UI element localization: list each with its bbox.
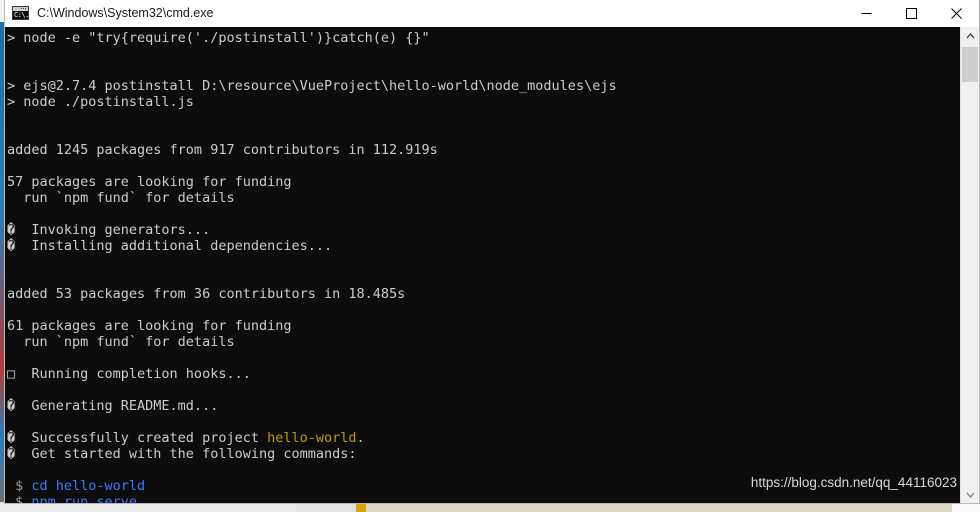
- background-segment-gold: [356, 503, 366, 512]
- chevron-down-icon: [965, 492, 975, 498]
- console-line-segment: > ejs@2.7.4 postinstall D:\resource\VueP…: [7, 78, 617, 94]
- icon-prompt-text: C:\.: [14, 11, 29, 19]
- icon-dot: [25, 8, 26, 9]
- console-line: 57 packages are looking for funding: [7, 174, 959, 190]
- console-line-segment: 61 packages are looking for funding: [7, 318, 292, 334]
- close-icon: [951, 7, 962, 19]
- console-line-segment: � Invoking generators...: [7, 222, 211, 238]
- console-line-segment: □ Running completion hooks...: [7, 366, 251, 382]
- window-controls: [844, 0, 979, 26]
- minimize-button[interactable]: [844, 0, 889, 26]
- background-segment-white: [952, 503, 980, 512]
- console-line-segment: � Installing additional dependencies...: [7, 238, 333, 254]
- window-title: C:\Windows\System32\cmd.exe: [37, 6, 214, 20]
- console-line-segment: hello-world: [267, 430, 357, 446]
- console-line-segment: $: [7, 478, 32, 494]
- console-line-segment: > node ./postinstall.js: [7, 94, 194, 110]
- console-line: � Successfully created project hello-wor…: [7, 430, 959, 446]
- scrollbar-thumb[interactable]: [962, 47, 978, 82]
- console-line-segment: � Get started with the following command…: [7, 446, 357, 462]
- maximize-button[interactable]: [889, 0, 934, 26]
- console-line: � Installing additional dependencies...: [7, 238, 959, 254]
- title-bar[interactable]: C:\. C:\Windows\System32\cmd.exe: [5, 0, 979, 27]
- close-button[interactable]: [934, 0, 979, 26]
- scroll-down-arrow-icon[interactable]: [961, 486, 979, 503]
- icon-dot: [21, 8, 22, 9]
- console-line: added 53 packages from 36 contributors i…: [7, 286, 959, 302]
- console-line-segment: $: [7, 494, 32, 504]
- console-line: run `npm fund` for details: [7, 334, 959, 350]
- console-line: � Invoking generators...: [7, 222, 959, 238]
- console-line-segment: � Generating README.md...: [7, 398, 219, 414]
- console-line-segment: run `npm fund` for details: [7, 190, 235, 206]
- background-segment-a: [0, 503, 296, 512]
- watermark-url: https://blog.csdn.net/qq_44116023: [750, 475, 957, 490]
- console-line-segment: � Successfully created project: [7, 430, 268, 446]
- console-line-segment: added 1245 packages from 917 contributor…: [7, 142, 438, 158]
- console-line-segment: added 53 packages from 36 contributors i…: [7, 286, 406, 302]
- cmd-console-icon: C:\.: [12, 6, 29, 20]
- cmd-window: C:\. C:\Windows\System32\cmd.exe > node …: [4, 0, 980, 504]
- console-line-segment: .: [356, 430, 365, 446]
- console-line: � Generating README.md...: [7, 398, 959, 414]
- icon-dot: [23, 8, 24, 9]
- console-line-segment: npm run serve: [31, 494, 138, 504]
- console-line: � Get started with the following command…: [7, 446, 959, 462]
- console-line-segment: run `npm fund` for details: [7, 334, 235, 350]
- console-line-segment: 57 packages are looking for funding: [7, 174, 292, 190]
- console-line-segment: > node -e "try{require('./postinstall')}…: [7, 30, 430, 46]
- background-segment-tan: [366, 503, 980, 512]
- console-text: > node -e "try{require('./postinstall')}…: [5, 27, 959, 504]
- background-segment-b: [296, 503, 356, 512]
- vertical-scrollbar[interactable]: [960, 27, 979, 503]
- console-line: 61 packages are looking for funding: [7, 318, 959, 334]
- console-line: > node ./postinstall.js: [7, 94, 959, 110]
- maximize-icon: [906, 7, 917, 19]
- console-line: > ejs@2.7.4 postinstall D:\resource\VueP…: [7, 78, 959, 94]
- scroll-up-arrow-icon[interactable]: [961, 27, 979, 45]
- console-line-segment: cd hello-world: [31, 478, 146, 494]
- console-line: $ npm run serve: [7, 494, 959, 504]
- chevron-up-icon: [965, 33, 975, 39]
- minimize-icon: [861, 12, 872, 14]
- console-line: > node -e "try{require('./postinstall')}…: [7, 30, 959, 46]
- console-output-area[interactable]: > node -e "try{require('./postinstall')}…: [5, 27, 979, 504]
- console-line: run `npm fund` for details: [7, 190, 959, 206]
- console-line: □ Running completion hooks...: [7, 366, 959, 382]
- console-line: added 1245 packages from 917 contributor…: [7, 142, 959, 158]
